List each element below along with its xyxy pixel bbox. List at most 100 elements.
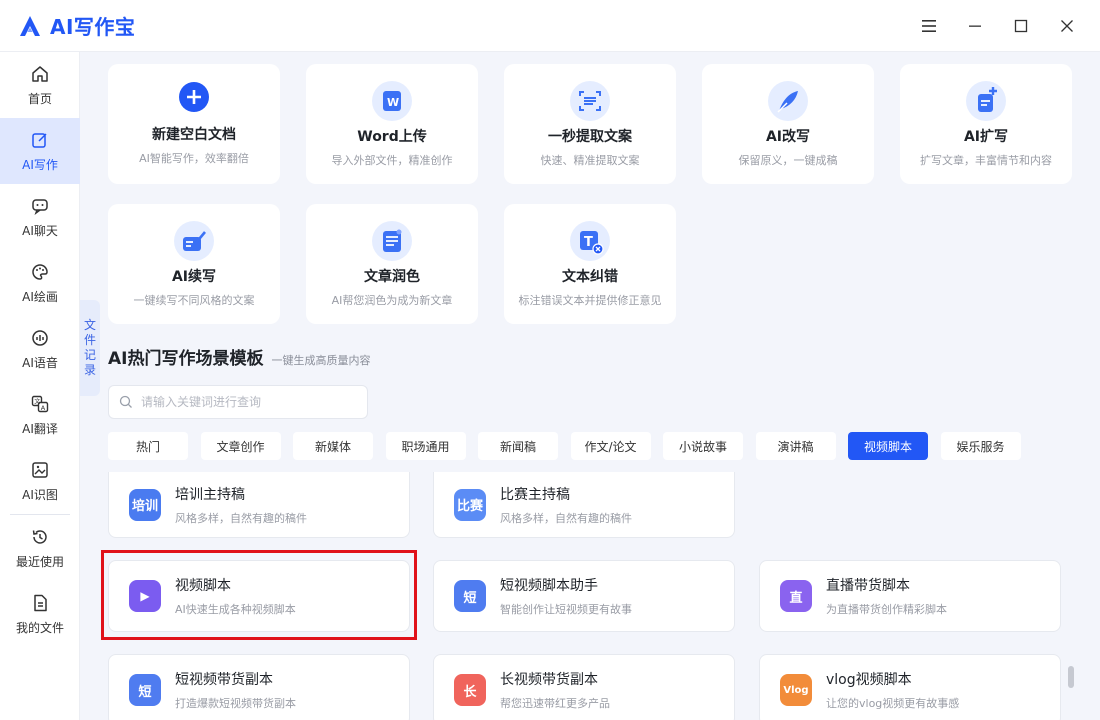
template-title: 短视频脚本助手 <box>500 578 598 594</box>
sidebar-item-recent[interactable]: 最近使用 <box>0 515 80 581</box>
tool-card-title: 文本纠错 <box>562 269 618 285</box>
title-bar: AI写作宝 <box>0 0 1100 52</box>
tool-card-title: AI改写 <box>765 129 811 145</box>
sidebar-item-home[interactable]: 首页 <box>0 52 80 118</box>
search-input[interactable] <box>141 395 361 409</box>
template-desc: 为直播带货创作精彩脚本 <box>826 603 947 616</box>
scrollbar-thumb[interactable] <box>1068 666 1074 688</box>
template-card-video-script[interactable]: ▶ 视频脚本 AI快速生成各种视频脚本 <box>108 560 410 632</box>
tab-press-release[interactable]: 新闻稿 <box>478 432 558 460</box>
template-icon: 短 <box>129 674 161 706</box>
tab-essay[interactable]: 作文/论文 <box>570 432 651 460</box>
maximize-icon <box>1014 19 1028 33</box>
expand-doc-icon <box>966 81 1006 121</box>
sidebar-item-label: AI聊天 <box>22 223 58 238</box>
template-card-long-video-sales-copy[interactable]: 长 长视频带货副本 帮您迅速带红更多产品 <box>433 654 735 720</box>
search-icon <box>119 395 132 408</box>
tool-card-title: 一秒提取文案 <box>548 129 632 145</box>
tab-video-script[interactable]: 视频脚本 <box>848 432 928 460</box>
template-desc: AI快速生成各种视频脚本 <box>175 603 296 616</box>
sidebar-item-label: 最近使用 <box>15 554 64 569</box>
sidebar-item-ai-translate[interactable]: 文 A AI翻译 <box>0 382 80 448</box>
sidebar-item-label: AI绘画 <box>22 289 58 304</box>
sidebar-item-ai-voice[interactable]: AI语音 <box>0 316 80 382</box>
template-title: 视频脚本 <box>175 578 231 594</box>
sidebar-item-ai-writing[interactable]: AI写作 <box>0 118 80 184</box>
app-title: AI写作宝 <box>50 15 136 39</box>
sidebar-item-label: 我的文件 <box>15 620 64 635</box>
template-title: 短视频带货副本 <box>175 672 273 688</box>
sidebar: 首页 AI写作 AI聊天 AI绘画 AI语音 文 A AI翻译 AI识图 最近使… <box>0 52 80 720</box>
file-icon <box>34 594 47 611</box>
svg-text:文: 文 <box>34 397 40 405</box>
tool-card-title: 文章润色 <box>364 269 420 285</box>
tool-card-desc: 一键续写不同风格的文案 <box>133 294 255 307</box>
template-card-vlog-script[interactable]: Vlog vlog视频脚本 让您的vlog视频更有故事感 <box>759 654 1061 720</box>
template-desc: 智能创作让短视频更有故事 <box>500 603 632 616</box>
tool-card-desc: 扩写文章，丰富情节和内容 <box>920 154 1052 167</box>
tool-card-title: AI续写 <box>171 269 217 285</box>
tab-workplace[interactable]: 职场通用 <box>385 432 466 460</box>
template-card-contest-host[interactable]: 比赛 比赛主持稿 风格多样，自然有趣的稿件 <box>433 472 735 538</box>
tab-article-writing[interactable]: 文章创作 <box>200 432 281 460</box>
text-check-icon: T <box>570 221 610 261</box>
tool-card-extract-copy[interactable]: 一秒提取文案 快速、精准提取文案 <box>504 64 676 184</box>
template-card-livestream-sales-script[interactable]: 直 直播带货脚本 为直播带货创作精彩脚本 <box>759 560 1061 632</box>
tool-card-desc: 快速、精准提取文案 <box>540 154 640 167</box>
sidebar-item-ai-drawing[interactable]: AI绘画 <box>0 250 80 316</box>
tool-card-polish-article[interactable]: 文章润色 AI帮您润色为成为新文章 <box>306 204 478 324</box>
word-doc-icon: W <box>372 81 412 121</box>
tab-hot[interactable]: 热门 <box>108 432 188 460</box>
doc-tab-char: 文 <box>83 318 96 332</box>
tool-card-text-correction[interactable]: T 文本纠错 标注错误文本并提供修正意见 <box>504 204 676 324</box>
doc-tab-char: 件 <box>83 333 96 347</box>
tab-new-media[interactable]: 新媒体 <box>293 432 373 460</box>
tool-card-desc: AI智能写作，效率翻倍 <box>139 152 249 165</box>
maximize-button[interactable] <box>998 0 1044 52</box>
sidebar-item-label: 首页 <box>27 91 52 106</box>
polish-doc-icon <box>372 221 412 261</box>
feather-pen-icon <box>768 81 808 121</box>
template-desc: 风格多样，自然有趣的稿件 <box>175 511 307 525</box>
minimize-icon <box>969 25 981 27</box>
minimize-button[interactable] <box>952 0 998 52</box>
category-tabs: 热门 文章创作 新媒体 职场通用 新闻稿 作文/论文 小说故事 演讲稿 视频脚本… <box>108 432 1033 460</box>
sidebar-item-ai-image-recognition[interactable]: AI识图 <box>0 448 80 514</box>
tool-card-ai-rewrite[interactable]: AI改写 保留原义，一键成稿 <box>702 64 874 184</box>
template-icon: 比赛 <box>454 488 486 521</box>
document-records-tab[interactable]: 文 件 记 录 <box>80 300 100 396</box>
tool-card-new-blank-doc[interactable]: 新建空白文档 AI智能写作，效率翻倍 <box>108 64 280 184</box>
template-card-training-host[interactable]: 培训 培训主持稿 风格多样，自然有趣的稿件 <box>108 472 410 538</box>
tab-novel[interactable]: 小说故事 <box>663 432 743 460</box>
tab-entertainment[interactable]: 娱乐服务 <box>940 432 1021 460</box>
tool-card-ai-expand[interactable]: AI扩写 扩写文章，丰富情节和内容 <box>900 64 1072 184</box>
close-icon <box>1061 20 1073 32</box>
doc-tab-char: 录 <box>83 363 96 377</box>
template-icon: 培训 <box>129 488 161 521</box>
voice-icon <box>32 329 48 346</box>
template-desc: 打造爆款短视频带货副本 <box>175 697 296 710</box>
tool-card-title: AI扩写 <box>963 129 1009 145</box>
continue-writing-icon <box>174 221 214 261</box>
menu-button[interactable] <box>906 0 952 52</box>
sidebar-item-label: AI识图 <box>22 487 58 502</box>
app-logo-icon <box>20 15 40 36</box>
tool-card-ai-continue[interactable]: AI续写 一键续写不同风格的文案 <box>108 204 280 324</box>
chat-icon <box>32 198 48 215</box>
template-title: 长视频带货副本 <box>500 672 598 688</box>
tool-card-title: Word上传 <box>357 129 427 145</box>
sidebar-item-label: AI语音 <box>22 355 58 370</box>
close-button[interactable] <box>1044 0 1090 52</box>
sidebar-item-my-files[interactable]: 我的文件 <box>0 581 80 647</box>
sidebar-item-ai-chat[interactable]: AI聊天 <box>0 184 80 250</box>
template-title: vlog视频脚本 <box>826 672 912 688</box>
template-card-short-video-assistant[interactable]: 短 短视频脚本助手 智能创作让短视频更有故事 <box>433 560 735 632</box>
tab-speech[interactable]: 演讲稿 <box>755 432 836 460</box>
template-icon: 短 <box>454 580 486 612</box>
section-header: AI热门写作场景模板 一键生成高质量内容 <box>108 344 370 369</box>
template-title: 直播带货脚本 <box>826 578 910 594</box>
image-icon <box>32 461 48 478</box>
tool-card-word-upload[interactable]: W Word上传 导入外部文件，精准创作 <box>306 64 478 184</box>
template-card-short-video-sales-copy[interactable]: 短 短视频带货副本 打造爆款短视频带货副本 <box>108 654 410 720</box>
home-icon <box>32 65 48 82</box>
